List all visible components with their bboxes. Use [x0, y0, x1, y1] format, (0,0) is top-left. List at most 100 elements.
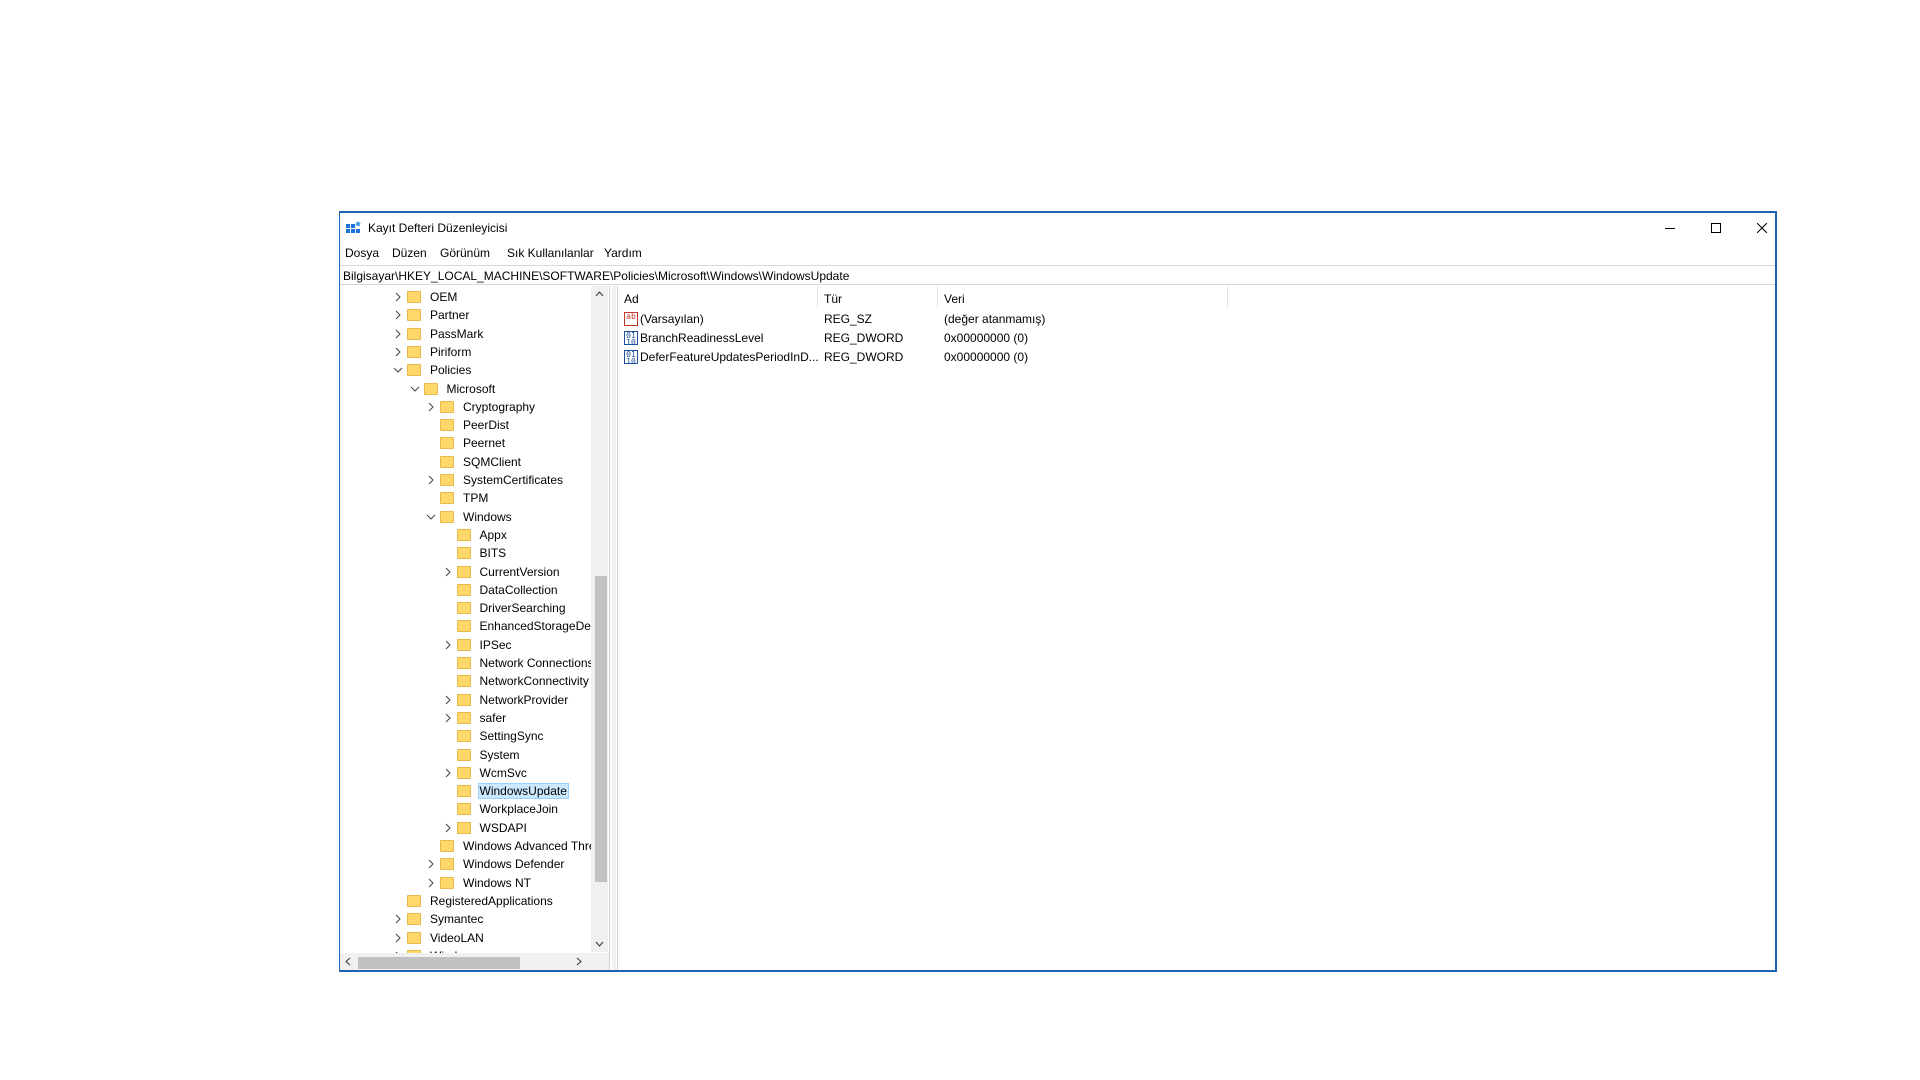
chevron-right-icon[interactable] — [392, 913, 404, 925]
column-header-name[interactable]: Ad — [618, 286, 818, 308]
tree-node[interactable]: CurrentVersion — [442, 563, 561, 581]
column-header-type[interactable]: Tür — [818, 286, 938, 308]
tree-connector — [442, 803, 454, 815]
chevron-right-icon[interactable] — [425, 877, 437, 889]
tree-node[interactable]: SQMClient — [425, 453, 522, 471]
tree-node[interactable]: TPM — [425, 489, 489, 507]
tree-node[interactable]: System — [442, 746, 521, 764]
tree-node-label: RegisteredApplications — [430, 893, 553, 908]
menu-edit[interactable]: Düzen — [392, 246, 427, 260]
tree-node[interactable]: VideoLAN — [392, 929, 485, 947]
chevron-right-icon[interactable] — [392, 309, 404, 321]
tree-node[interactable]: PassMark — [392, 325, 484, 343]
tree-node[interactable]: Windows Advanced Threat — [425, 837, 607, 855]
chevron-right-icon[interactable] — [442, 639, 454, 651]
tree-node[interactable]: BITS — [442, 544, 508, 562]
tree-node[interactable]: safer — [442, 709, 508, 727]
tree-node-label: SettingSync — [479, 729, 544, 744]
folder-icon — [407, 364, 421, 377]
scroll-right-icon[interactable] — [570, 953, 587, 970]
address-path[interactable]: Bilgisayar\HKEY_LOCAL_MACHINE\SOFTWARE\P… — [343, 269, 849, 283]
tree-node[interactable]: Appx — [442, 526, 508, 544]
folder-icon — [440, 876, 454, 889]
tree-node[interactable]: Microsoft — [409, 380, 497, 398]
tree-node-label: NetworkProvider — [479, 692, 569, 707]
chevron-right-icon[interactable] — [425, 401, 437, 413]
tree-node[interactable]: NetworkConnectivity — [442, 672, 590, 690]
folder-icon — [456, 565, 471, 578]
chevron-right-icon[interactable] — [392, 932, 404, 944]
folder-icon — [440, 455, 454, 468]
tree-node[interactable]: WorkplaceJoin — [442, 800, 559, 818]
value-row[interactable]: ab (Varsayılan) REG_SZ (değer atanmamış) — [618, 310, 1318, 328]
chevron-down-icon[interactable] — [392, 364, 404, 376]
tree-connector — [442, 675, 454, 687]
tree-node[interactable]: SystemCertificates — [425, 471, 564, 489]
title-bar[interactable]: Kayıt Defteri Düzenleyicisi — [340, 213, 1775, 243]
chevron-right-icon[interactable] — [425, 858, 437, 870]
chevron-right-icon[interactable] — [392, 328, 404, 340]
scroll-up-icon[interactable] — [591, 286, 608, 303]
tree-node[interactable]: WcmSvc — [442, 764, 528, 782]
tree-node[interactable]: EnhancedStorageDev — [442, 617, 598, 635]
tree-hscroll-thumb[interactable] — [358, 957, 520, 969]
value-data: 0x00000000 (0) — [944, 350, 1029, 364]
chevron-right-icon[interactable] — [425, 474, 437, 486]
menu-help[interactable]: Yardım — [604, 246, 642, 260]
tree-node[interactable]: Policies — [392, 361, 472, 379]
menu-favorites[interactable]: Sık Kullanılanlar — [507, 246, 594, 260]
values-list[interactable]: Ad Tür Veri ab (Varsayılan) REG_SZ (değe… — [617, 286, 1775, 970]
value-row[interactable]: 01 10 DeferFeatureUpdatesPeriodInD... REG… — [618, 348, 1318, 366]
tree-node[interactable]: DataCollection — [442, 581, 559, 599]
chevron-right-icon[interactable] — [392, 291, 404, 303]
tree-node[interactable]: Peernet — [425, 434, 506, 452]
tree-horizontal-scrollbar[interactable] — [340, 953, 609, 970]
address-bar[interactable]: Bilgisayar\HKEY_LOCAL_MACHINE\SOFTWARE\P… — [340, 265, 1775, 285]
tree-node[interactable]: OEM — [392, 288, 458, 306]
tree-node[interactable]: IPSec — [442, 636, 513, 654]
tree-node[interactable]: Windows NT — [425, 874, 532, 892]
tree-node[interactable]: Windows Defender — [425, 855, 565, 873]
chevron-down-icon[interactable] — [425, 511, 437, 523]
tree-node[interactable]: DriverSearching — [442, 599, 567, 617]
close-button[interactable] — [1739, 213, 1785, 243]
tree-node[interactable]: Partner — [392, 306, 470, 324]
tree-node[interactable]: PeerDist — [425, 416, 510, 434]
tree-node-label: NetworkConnectivity — [479, 674, 589, 689]
chevron-right-icon[interactable] — [442, 694, 454, 706]
tree-node[interactable]: Cryptography — [425, 398, 536, 416]
tree-node-label: WindowsUpdate — [477, 783, 569, 800]
maximize-button[interactable] — [1693, 213, 1739, 243]
tree-vertical-scrollbar[interactable] — [591, 286, 608, 952]
tree-node[interactable]: WindowsUpdate — [442, 782, 569, 800]
column-header-data[interactable]: Veri — [938, 286, 1228, 308]
chevron-right-icon[interactable] — [392, 346, 404, 358]
regedit-window: Kayıt Defteri Düzenleyicisi Dosya Düzen … — [339, 211, 1777, 972]
chevron-right-icon[interactable] — [442, 566, 454, 578]
tree-vscroll-thumb[interactable] — [595, 576, 607, 882]
tree-node[interactable]: SettingSync — [442, 727, 545, 745]
scroll-down-icon[interactable] — [591, 935, 608, 952]
minimize-button[interactable] — [1647, 213, 1693, 243]
chevron-right-icon[interactable] — [442, 712, 454, 724]
tree-node[interactable]: NetworkProvider — [442, 691, 570, 709]
tree-connector — [442, 620, 454, 632]
key-tree[interactable]: OEM Partner PassMark Piriform Policies Micros… — [340, 286, 610, 970]
menu-file[interactable]: Dosya — [345, 246, 379, 260]
tree-node[interactable]: Symantec — [392, 910, 484, 928]
tree-node[interactable]: Piriform — [392, 343, 472, 361]
chevron-right-icon[interactable] — [442, 767, 454, 779]
tree-node[interactable]: Windows — [425, 508, 513, 526]
tree-node[interactable]: Network Connections — [442, 654, 595, 672]
chevron-right-icon[interactable] — [442, 822, 454, 834]
value-row[interactable]: 01 10 BranchReadinessLevel REG_DWORD 0x00… — [618, 329, 1318, 347]
menu-view[interactable]: Görünüm — [440, 246, 490, 260]
chevron-down-icon[interactable] — [409, 383, 421, 395]
tree-node-label: safer — [479, 710, 507, 725]
tree-connector — [425, 456, 437, 468]
tree-connector — [442, 584, 454, 596]
tree-node[interactable]: WSDAPI — [442, 819, 528, 837]
pane-splitter[interactable] — [612, 286, 616, 970]
scroll-left-icon[interactable] — [340, 953, 357, 970]
tree-node[interactable]: RegisteredApplications — [392, 892, 554, 910]
